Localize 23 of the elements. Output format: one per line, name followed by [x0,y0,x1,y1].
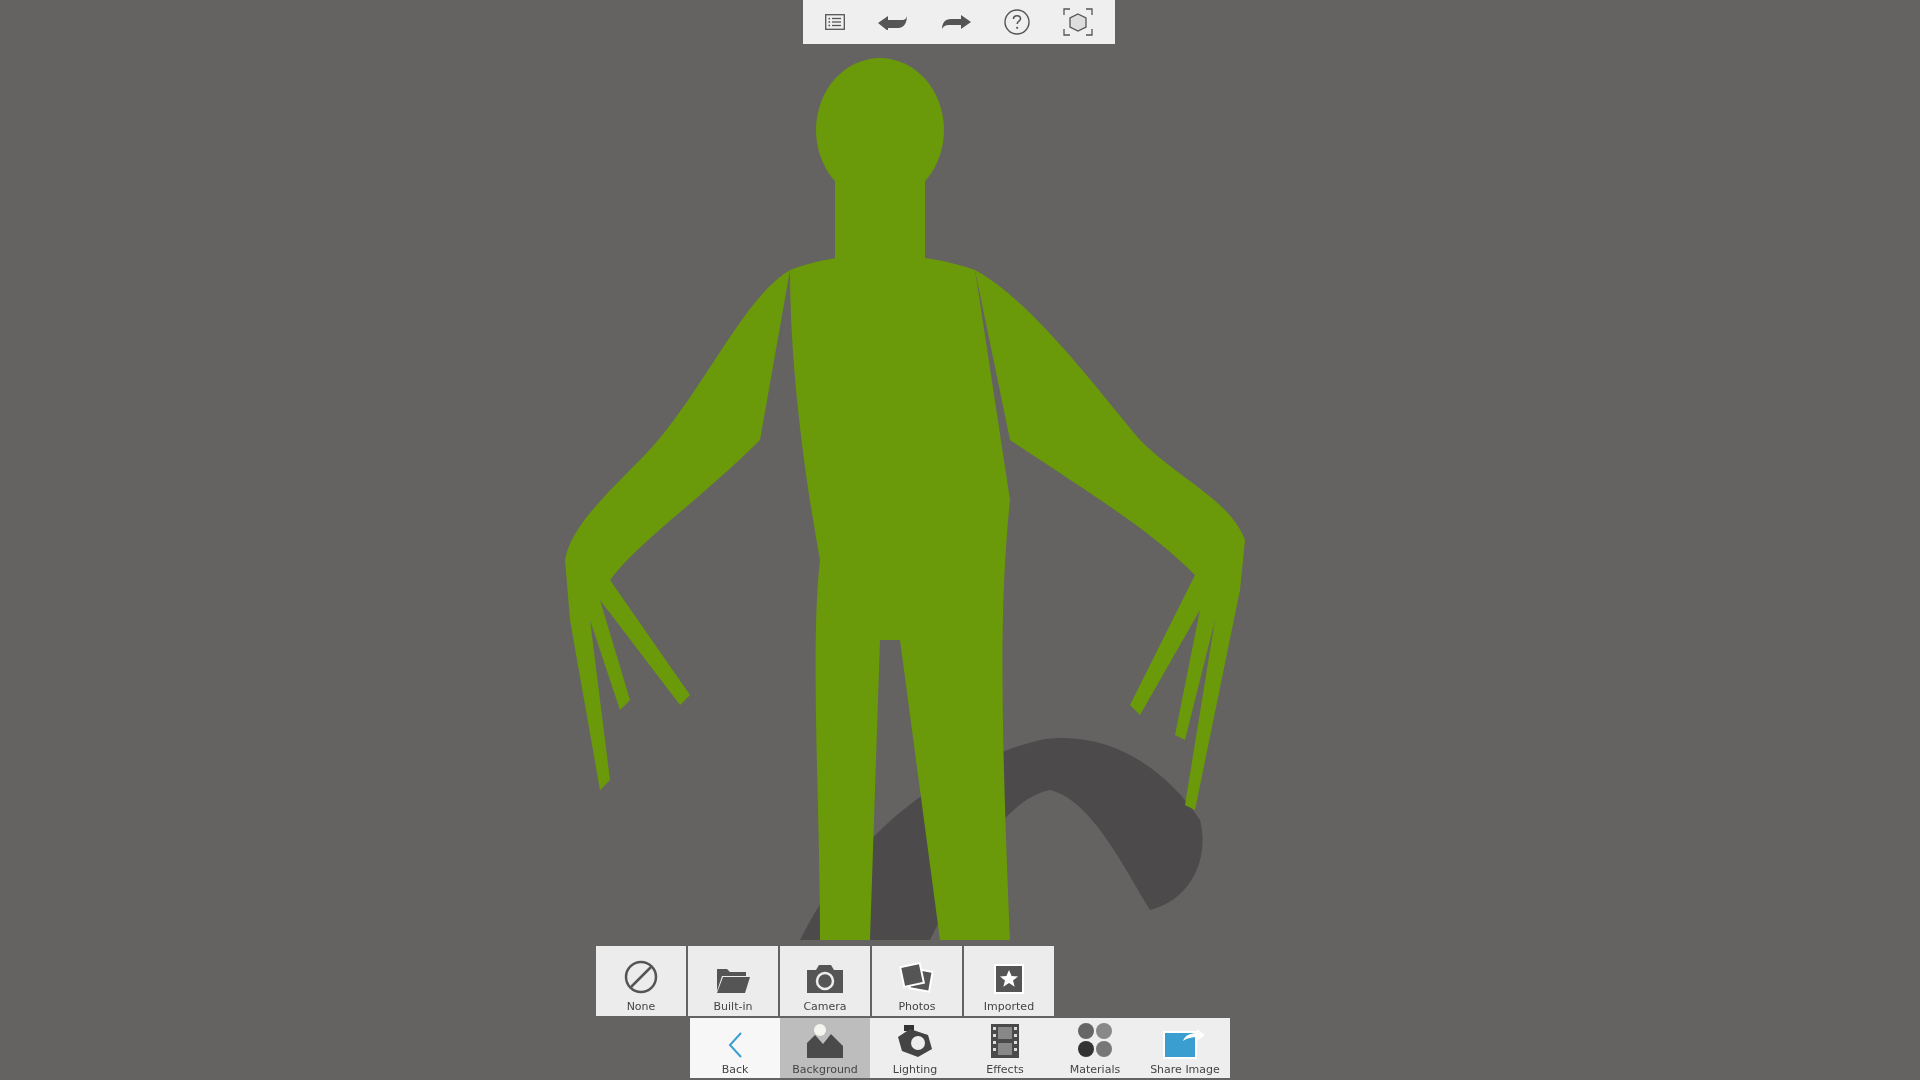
redo-arrow-icon [941,14,971,30]
cube-frame-icon [1062,8,1093,36]
help-icon [1003,9,1030,35]
material-spheres-icon [1076,1021,1114,1059]
camera-icon [805,964,845,994]
menu-tab[interactable]: Background [780,1018,870,1078]
folder-icon [716,966,750,994]
background-option[interactable]: Photos [872,946,962,1016]
undo-arrow-icon [878,14,909,30]
star-picture-icon [994,964,1024,994]
background-option[interactable]: Camera [780,946,870,1016]
list-icon [825,14,846,30]
film-strip-icon [990,1023,1020,1059]
back-chevron-icon [727,1031,743,1059]
spotlight-icon [896,1023,934,1059]
photos-icon [899,962,935,994]
background-option[interactable]: Imported [964,946,1054,1016]
background-option[interactable]: None [596,946,686,1016]
back-button[interactable]: Back [690,1018,780,1078]
prohibited-icon [624,960,658,994]
background-option[interactable]: Built-in [688,946,778,1016]
landscape-icon [806,1023,844,1059]
share-picture-icon [1163,1027,1207,1059]
